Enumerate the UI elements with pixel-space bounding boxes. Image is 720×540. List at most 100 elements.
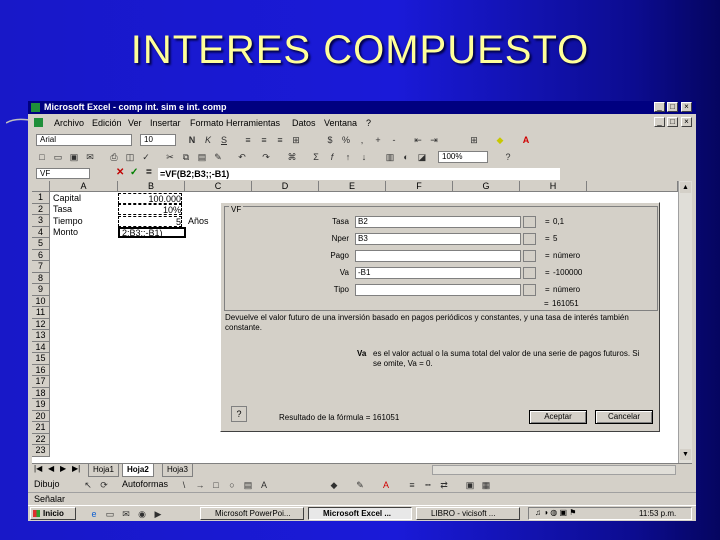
row-header[interactable]: 8 <box>32 272 50 284</box>
free-rotate-icon[interactable]: ⟳ <box>98 479 110 491</box>
row-header[interactable]: 12 <box>32 318 50 330</box>
line-style-icon[interactable]: ≡ <box>406 479 418 491</box>
align-left-icon[interactable]: ≡ <box>242 134 254 146</box>
row-header[interactable]: 3 <box>32 215 50 227</box>
font-combo[interactable]: Arial <box>36 134 132 146</box>
row-header[interactable]: 10 <box>32 295 50 307</box>
row-header[interactable]: 23 <box>32 445 50 457</box>
row-header[interactable]: 16 <box>32 364 50 376</box>
confirm-entry-icon[interactable]: ✓ <box>130 167 138 178</box>
paste-icon[interactable]: ▤ <box>196 151 208 163</box>
draw-menu[interactable]: Dibujo <box>34 479 60 489</box>
cell-b2[interactable]: 10% <box>118 204 182 215</box>
quicklaunch-outlook-icon[interactable]: ✉ <box>120 508 132 520</box>
row-header[interactable]: 21 <box>32 422 50 434</box>
cell-a3[interactable]: Tiempo <box>53 216 83 227</box>
line-icon[interactable]: \ <box>178 479 190 491</box>
tab-scroll-last-icon[interactable]: ▶| <box>72 464 80 473</box>
line-color-icon[interactable]: ✎ <box>354 479 366 491</box>
dash-style-icon[interactable]: ┅ <box>422 479 434 491</box>
map-icon[interactable]: ◐ <box>400 151 412 163</box>
increase-decimal-icon[interactable]: + <box>372 134 384 146</box>
column-header[interactable]: B <box>118 181 185 192</box>
horizontal-scrollbar[interactable] <box>432 465 676 475</box>
open-icon[interactable]: ▭ <box>52 151 64 163</box>
3d-icon[interactable]: ▦ <box>480 479 492 491</box>
save-icon[interactable]: ▣ <box>68 151 80 163</box>
quicklaunch-channels-icon[interactable]: ◉ <box>136 508 148 520</box>
decrease-decimal-icon[interactable]: - <box>388 134 400 146</box>
new-icon[interactable]: □ <box>36 151 48 163</box>
undo-icon[interactable]: ↶ <box>236 151 248 163</box>
minimize-button[interactable]: _ <box>654 102 665 112</box>
row-header[interactable]: 13 <box>32 330 50 342</box>
cell-b1[interactable]: 100.000 <box>118 192 182 204</box>
cell-c3[interactable]: Años <box>188 216 209 227</box>
cancel-entry-icon[interactable]: ✕ <box>116 167 124 178</box>
cell-b4-active[interactable]: 2;B3;;-B1) <box>118 227 186 238</box>
wordart-icon[interactable]: A <box>258 479 270 491</box>
drawing-icon[interactable]: ◪ <box>416 151 428 163</box>
row-header[interactable]: 5 <box>32 238 50 250</box>
zoom-combo[interactable]: 100% <box>438 151 488 163</box>
shadow-icon[interactable]: ▣ <box>464 479 476 491</box>
cell-a1[interactable]: Capital <box>53 193 81 204</box>
row-header[interactable]: 4 <box>32 226 50 238</box>
scroll-down-icon[interactable]: ▼ <box>680 449 691 460</box>
menu-insertar[interactable]: Insertar <box>150 118 181 128</box>
doc-minimize-button[interactable]: _ <box>654 117 665 127</box>
hyperlink-icon[interactable]: ⌘ <box>286 151 298 163</box>
scroll-up-icon[interactable]: ▲ <box>680 182 691 193</box>
decrease-indent-icon[interactable]: ⇤ <box>412 134 424 146</box>
row-header[interactable]: 11 <box>32 307 50 319</box>
arrow-style-icon[interactable]: ⇄ <box>438 479 450 491</box>
collapse-dialog-icon[interactable] <box>523 250 536 262</box>
quicklaunch-desktop-icon[interactable]: ▭ <box>104 508 116 520</box>
sort-asc-icon[interactable]: ↑ <box>342 151 354 163</box>
row-header[interactable]: 14 <box>32 341 50 353</box>
arg-input-va[interactable]: -B1 <box>355 267 521 279</box>
align-center-icon[interactable]: ≡ <box>258 134 270 146</box>
collapse-dialog-icon[interactable] <box>523 216 536 228</box>
tab-scroll-prev-icon[interactable]: ◀ <box>48 464 54 473</box>
equals-icon[interactable]: = <box>146 167 152 178</box>
column-header[interactable]: F <box>386 181 453 192</box>
row-header[interactable]: 7 <box>32 261 50 273</box>
function-icon[interactable]: f <box>326 151 338 163</box>
tab-hoja3[interactable]: Hoja3 <box>162 464 193 477</box>
corner-select-all[interactable] <box>32 181 50 192</box>
percent-icon[interactable]: % <box>340 134 352 146</box>
doc-close-button[interactable]: × <box>681 117 692 127</box>
cancel-button[interactable]: Cancelar <box>595 410 653 424</box>
align-right-icon[interactable]: ≡ <box>274 134 286 146</box>
merge-center-icon[interactable]: ⊞ <box>290 134 302 146</box>
borders-icon[interactable]: ⊞ <box>468 134 480 146</box>
fill-bucket-icon[interactable]: ◆ <box>328 479 340 491</box>
print-icon[interactable]: ⎙ <box>108 151 120 163</box>
row-header[interactable]: 22 <box>32 433 50 445</box>
arg-input-tipo[interactable] <box>355 284 521 296</box>
select-objects-icon[interactable]: ↖ <box>82 479 94 491</box>
doc-restore-button[interactable]: □ <box>667 117 678 127</box>
font-size-combo[interactable]: 10 <box>140 134 176 146</box>
menu-herramientas[interactable]: Herramientas <box>226 118 280 128</box>
increase-indent-icon[interactable]: ⇥ <box>428 134 440 146</box>
row-header[interactable]: 17 <box>32 376 50 388</box>
name-box[interactable]: VF <box>36 168 90 179</box>
rectangle-icon[interactable]: □ <box>210 479 222 491</box>
print-preview-icon[interactable]: ◫ <box>124 151 136 163</box>
italic-icon[interactable]: K <box>202 134 214 146</box>
column-header[interactable]: E <box>319 181 386 192</box>
column-header[interactable]: D <box>252 181 319 192</box>
vertical-scrollbar[interactable]: ▲ ▼ <box>678 181 692 463</box>
menu-ver[interactable]: Ver <box>128 118 142 128</box>
arg-input-nper[interactable]: B3 <box>355 233 521 245</box>
task-powerpoint[interactable]: Microsoft PowerPoi... <box>200 507 304 520</box>
arrow-icon[interactable]: → <box>194 479 206 491</box>
menu-archivo[interactable]: Archivo <box>54 118 84 128</box>
spelling-icon[interactable]: ✓ <box>140 151 152 163</box>
close-button[interactable]: × <box>681 102 692 112</box>
tab-scroll-next-icon[interactable]: ▶ <box>60 464 66 473</box>
arg-input-tasa[interactable]: B2 <box>355 216 521 228</box>
menu-ventana[interactable]: Ventana <box>324 118 357 128</box>
